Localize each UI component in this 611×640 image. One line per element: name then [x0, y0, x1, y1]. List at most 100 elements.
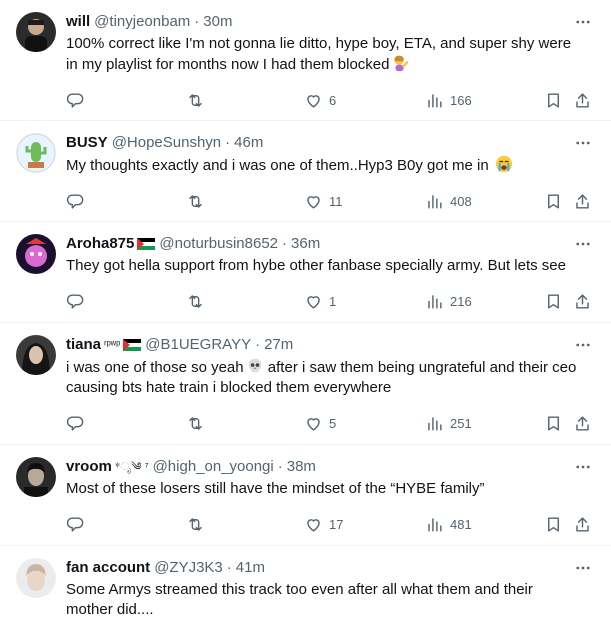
more-options-icon[interactable]	[571, 335, 595, 355]
like-button[interactable]: 1	[304, 289, 336, 313]
reply-button[interactable]	[66, 512, 85, 536]
avatar[interactable]	[16, 457, 56, 497]
share-button[interactable]	[573, 512, 592, 536]
reply-button[interactable]	[66, 88, 85, 112]
retweet-button[interactable]	[186, 88, 205, 112]
timestamp[interactable]: 46m	[234, 133, 263, 153]
like-count: 6	[329, 92, 337, 108]
tweet-text: They got hella support from hybe other f…	[66, 257, 566, 274]
reply-button[interactable]	[66, 189, 85, 213]
tweet-actions: 6 166	[66, 75, 595, 125]
separator: ·	[255, 336, 261, 353]
timestamp[interactable]: 38m	[287, 457, 316, 477]
reply-button[interactable]	[66, 289, 85, 313]
tweet[interactable]: vroom *ೃ༄ ⁷ @high_on_yoongi · 38m Most o…	[0, 445, 611, 546]
share-icon	[576, 516, 589, 532]
more-options-icon[interactable]	[571, 234, 595, 254]
view-count: 166	[450, 92, 472, 108]
palestine-flag-icon	[137, 238, 156, 250]
tweet[interactable]: Aroha875 @noturbusin8652 · 36m They got …	[0, 222, 611, 323]
views-button[interactable]: 216	[425, 289, 472, 313]
heart-icon	[307, 195, 320, 209]
avatar[interactable]	[16, 234, 56, 274]
view-count: 216	[450, 293, 472, 309]
tweet-actions: 17 481	[66, 499, 595, 549]
like-button[interactable]: 11	[304, 189, 343, 213]
views-button[interactable]: 166	[425, 88, 472, 112]
bookmark-button[interactable]	[544, 88, 563, 112]
share-icon	[576, 92, 589, 108]
views-button[interactable]: 481	[425, 512, 472, 536]
like-button[interactable]: 17	[304, 512, 343, 536]
user-handle[interactable]: @tinyjeonbam	[94, 12, 190, 32]
views-icon	[428, 93, 442, 108]
user-handle[interactable]: @B1UEGRAYY	[145, 335, 251, 355]
like-count: 17	[329, 516, 344, 532]
share-button[interactable]	[573, 411, 592, 435]
avatar[interactable]	[16, 335, 56, 375]
display-name[interactable]: Aroha875	[66, 234, 134, 254]
views-button[interactable]: 408	[425, 189, 472, 213]
display-name[interactable]: fan account	[66, 558, 150, 578]
share-icon	[576, 293, 589, 309]
user-handle[interactable]: @ZYJ3K3	[154, 558, 223, 578]
avatar[interactable]	[16, 558, 56, 598]
views-icon	[428, 416, 442, 431]
timestamp[interactable]: 41m	[236, 558, 265, 578]
bookmark-button[interactable]	[544, 289, 563, 313]
bookmark-icon	[548, 415, 559, 431]
bookmark-button[interactable]	[544, 411, 563, 435]
bookmark-icon	[548, 92, 559, 108]
tweet[interactable]: tiana ʳᵖʷᵖ @B1UEGRAYY · 27m i was one of…	[0, 323, 611, 445]
retweet-button[interactable]	[186, 289, 205, 313]
retweet-icon	[189, 416, 202, 430]
user-handle[interactable]: @high_on_yoongi	[153, 457, 274, 477]
reply-feed: will @tinyjeonbam · 30m 100% correct lik…	[0, 0, 611, 640]
avatar[interactable]	[16, 12, 56, 52]
more-options-icon[interactable]	[571, 457, 595, 477]
tweet-header: will @tinyjeonbam · 30m	[66, 12, 595, 32]
more-options-icon[interactable]	[571, 558, 595, 578]
reply-button[interactable]	[66, 411, 85, 435]
display-name[interactable]: BUSY	[66, 133, 108, 153]
bookmark-button[interactable]	[544, 189, 563, 213]
user-handle[interactable]: @noturbusin8652	[159, 234, 278, 254]
display-name[interactable]: vroom	[66, 457, 112, 477]
timestamp[interactable]: 27m	[264, 335, 293, 355]
user-handle[interactable]: @HopeSunshyn	[112, 133, 221, 153]
timestamp[interactable]: 36m	[291, 234, 320, 254]
tweet-header: Aroha875 @noturbusin8652 · 36m	[66, 234, 595, 254]
separator: ·	[225, 134, 231, 151]
retweet-button[interactable]	[186, 411, 205, 435]
views-icon	[428, 294, 442, 309]
heart-icon	[307, 417, 320, 431]
heart-icon	[307, 518, 320, 532]
tweet[interactable]: will @tinyjeonbam · 30m 100% correct lik…	[0, 0, 611, 121]
name-decoration: ʳᵖʷᵖ	[104, 339, 121, 351]
tweet-actions: 5 251	[66, 398, 595, 448]
tweet-text: 100% correct like I'm not gonna lie ditt…	[66, 35, 572, 73]
retweet-button[interactable]	[186, 189, 205, 213]
share-button[interactable]	[573, 289, 592, 313]
tweet[interactable]: BUSY @HopeSunshyn · 46m My thoughts exac…	[0, 121, 611, 222]
like-button[interactable]: 6	[304, 88, 336, 112]
reply-icon	[66, 415, 84, 431]
more-options-icon[interactable]	[571, 133, 595, 153]
display-name[interactable]: tiana	[66, 335, 101, 355]
bookmark-button[interactable]	[544, 512, 563, 536]
like-button[interactable]: 5	[304, 411, 336, 435]
share-button[interactable]	[573, 88, 592, 112]
tweet-actions: 11 408	[66, 176, 595, 226]
more-options-icon[interactable]	[571, 12, 595, 32]
share-button[interactable]	[573, 189, 592, 213]
tweet[interactable]: fan account @ZYJ3K3 · 41m Some Armys str…	[0, 546, 611, 640]
timestamp[interactable]: 30m	[203, 12, 232, 32]
like-count: 1	[329, 293, 337, 309]
views-button[interactable]: 251	[425, 411, 472, 435]
display-name[interactable]: will	[66, 12, 90, 32]
retweet-icon	[189, 517, 202, 531]
retweet-button[interactable]	[186, 512, 205, 536]
separator: ·	[282, 235, 288, 252]
bookmark-icon	[548, 293, 559, 309]
avatar[interactable]	[16, 133, 56, 173]
